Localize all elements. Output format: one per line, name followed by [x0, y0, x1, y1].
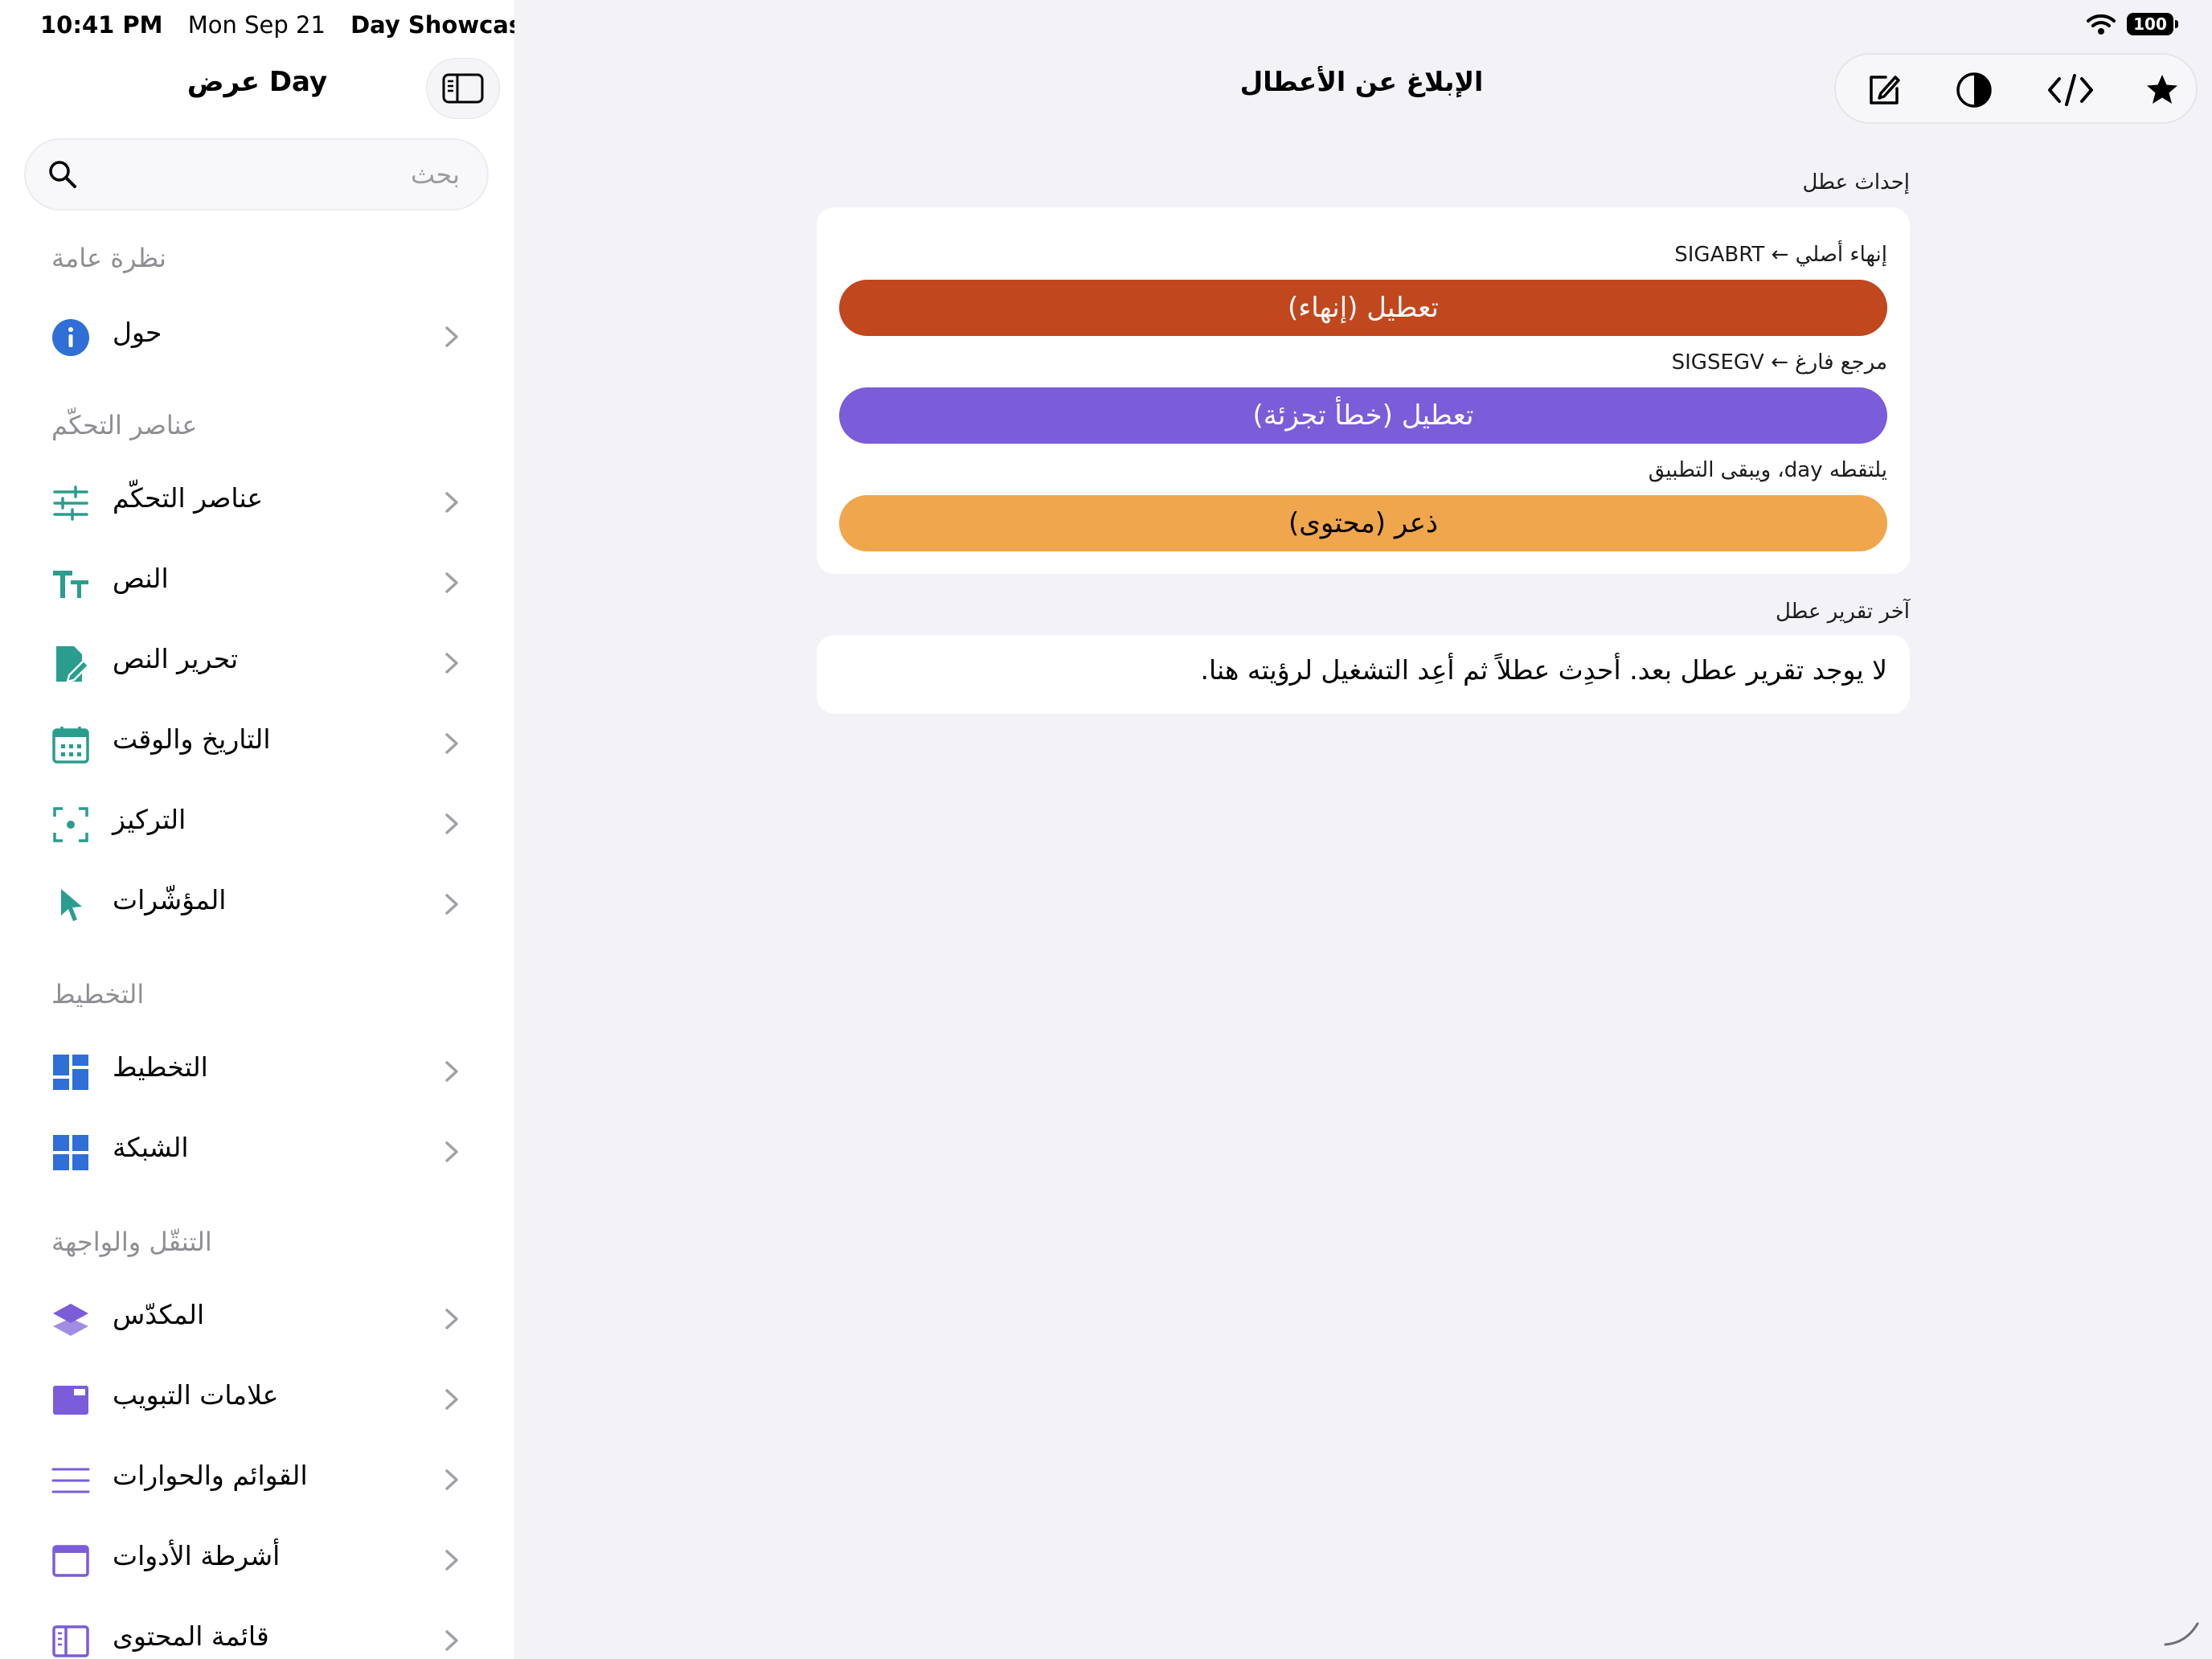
sidebar-item-stack[interactable]: المكدّس — [24, 1284, 490, 1354]
page-title: الإبلاغ عن الأعطال — [1239, 66, 1484, 97]
grid-icon — [51, 1133, 90, 1172]
sidebar: 10:41 PM Mon Sep 21 Day Showcase عرض Day… — [0, 0, 514, 1659]
chevron-right-icon — [445, 653, 458, 674]
tabs-icon — [51, 1381, 90, 1419]
sidebar-item-label: التركيز — [113, 804, 186, 835]
status-date: Mon Sep 21 — [187, 11, 326, 39]
chevron-right-icon — [445, 1309, 458, 1329]
sidebar-panel-icon — [51, 1622, 90, 1659]
sidebar-item-label: المؤشّرات — [113, 884, 227, 916]
last-report-label: آخر تقرير عطل — [1775, 600, 1910, 624]
status-time: 10:41 PM — [40, 11, 163, 39]
favorite-button[interactable] — [2138, 66, 2186, 114]
toolbar-window-icon — [51, 1542, 90, 1580]
stack-icon — [51, 1301, 90, 1339]
sidebar-item-menus-dialogs[interactable]: القوائم والحوارات — [24, 1445, 490, 1514]
search-input[interactable] — [90, 159, 460, 190]
chevron-right-icon — [445, 572, 458, 593]
trigger-crash-label: إحداث عطل — [1802, 170, 1910, 195]
last-report-text: لا يوجد تقرير عطل بعد. أحدِث عطلاً ثم أع… — [1200, 654, 1887, 686]
layout-icon — [51, 1053, 90, 1092]
resize-handle-icon[interactable] — [2162, 1608, 2202, 1648]
segfault-caption: مرجع فارغ ← SIGSEGV — [1671, 350, 1887, 375]
sidebar-item-about[interactable]: حول — [24, 302, 490, 371]
focus-icon — [51, 805, 90, 844]
chevron-right-icon — [445, 1389, 458, 1410]
contrast-icon — [1956, 72, 1992, 108]
chevron-right-icon — [445, 492, 458, 513]
sidebar-item-content-list[interactable]: قائمة المحتوى — [24, 1606, 490, 1659]
compose-button[interactable] — [1860, 66, 1908, 114]
sidebar-item-label: التاريخ والوقت — [113, 723, 271, 755]
sidebar-item-layout[interactable]: التخطيط — [24, 1037, 490, 1106]
sidebar-toggle-button[interactable] — [426, 58, 500, 119]
info-icon — [51, 318, 90, 357]
sidebar-item-controls[interactable]: عناصر التحكّم — [24, 468, 490, 537]
sidebar-item-label: حول — [113, 317, 162, 348]
sidebar-item-tabs[interactable]: علامات التبويب — [24, 1365, 490, 1434]
sidebar-item-label: الشبكة — [113, 1132, 189, 1163]
wifi-icon — [2087, 14, 2116, 35]
section-header-navigation: التنقّل والواجهة — [51, 1227, 212, 1257]
code-icon — [2048, 74, 2093, 106]
sidebar-item-label: أشرطة الأدوات — [113, 1540, 281, 1571]
chevron-right-icon — [445, 1469, 458, 1490]
sliders-icon — [51, 484, 90, 522]
chevron-right-icon — [445, 326, 458, 347]
crash-abort-button[interactable]: تعطيل (إنهاء) — [839, 280, 1887, 336]
chevron-right-icon — [445, 733, 458, 754]
sidebar-item-focus[interactable]: التركيز — [24, 789, 490, 858]
sidebar-toggle-icon — [442, 73, 484, 104]
sidebar-item-label: علامات التبويب — [113, 1379, 279, 1411]
sidebar-item-label: المكدّس — [113, 1299, 205, 1330]
search-field[interactable] — [24, 138, 489, 211]
code-button[interactable] — [2046, 66, 2095, 114]
sidebar-item-label: قائمة المحتوى — [113, 1620, 269, 1652]
section-header-layout: التخطيط — [51, 979, 145, 1010]
sidebar-item-label: القوائم والحوارات — [113, 1460, 308, 1491]
sidebar-item-text-editing[interactable]: تحرير النص — [24, 629, 490, 698]
battery-indicator: 100 — [2127, 13, 2178, 35]
trigger-crash-card: إنهاء أصلي ← SIGABRT تعطيل (إنهاء) مرجع … — [817, 207, 1910, 574]
sidebar-item-toolbars[interactable]: أشرطة الأدوات — [24, 1526, 490, 1595]
sidebar-item-pointers[interactable]: المؤشّرات — [24, 870, 490, 939]
chevron-right-icon — [445, 1141, 458, 1162]
chevron-right-icon — [445, 813, 458, 834]
text-size-icon — [51, 564, 90, 603]
section-header-overview: نظرة عامة — [51, 243, 166, 273]
search-icon — [47, 158, 79, 190]
document-edit-icon — [51, 645, 90, 683]
chevron-right-icon — [445, 894, 458, 915]
sidebar-item-date-time[interactable]: التاريخ والوقت — [24, 709, 490, 778]
status-bar-right: 100 — [2087, 13, 2178, 35]
compose-icon — [1870, 76, 1900, 104]
panic-caption: يلتقطه day، ويبقى التطبيق — [1648, 458, 1887, 482]
chevron-right-icon — [445, 1550, 458, 1571]
last-report-card: لا يوجد تقرير عطل بعد. أحدِث عطلاً ثم أع… — [817, 635, 1910, 714]
toolbar — [1834, 53, 2198, 124]
chevron-right-icon — [445, 1630, 458, 1651]
chevron-right-icon — [445, 1061, 458, 1082]
abort-caption: إنهاء أصلي ← SIGABRT — [1674, 243, 1887, 267]
crash-segfault-button[interactable]: تعطيل (خطأ تجزئة) — [839, 387, 1887, 444]
appearance-button[interactable] — [1950, 66, 1998, 114]
status-app-name: Day Showcase — [350, 11, 514, 39]
pointer-icon — [51, 886, 90, 924]
sidebar-item-label: النص — [113, 563, 169, 594]
status-bar-left: 10:41 PM Mon Sep 21 Day Showcase — [40, 11, 514, 39]
menu-lines-icon — [51, 1461, 90, 1500]
calendar-icon — [51, 725, 90, 764]
sidebar-item-label: التخطيط — [113, 1051, 208, 1083]
sidebar-item-label: عناصر التحكّم — [113, 482, 264, 514]
sidebar-item-grid[interactable]: الشبكة — [24, 1117, 490, 1186]
sidebar-item-text[interactable]: النص — [24, 548, 490, 617]
section-header-controls: عناصر التحكّم — [51, 410, 198, 440]
star-icon — [2147, 75, 2177, 104]
panic-button[interactable]: ذعر (محتوى) — [839, 495, 1887, 551]
sidebar-item-label: تحرير النص — [113, 643, 239, 674]
